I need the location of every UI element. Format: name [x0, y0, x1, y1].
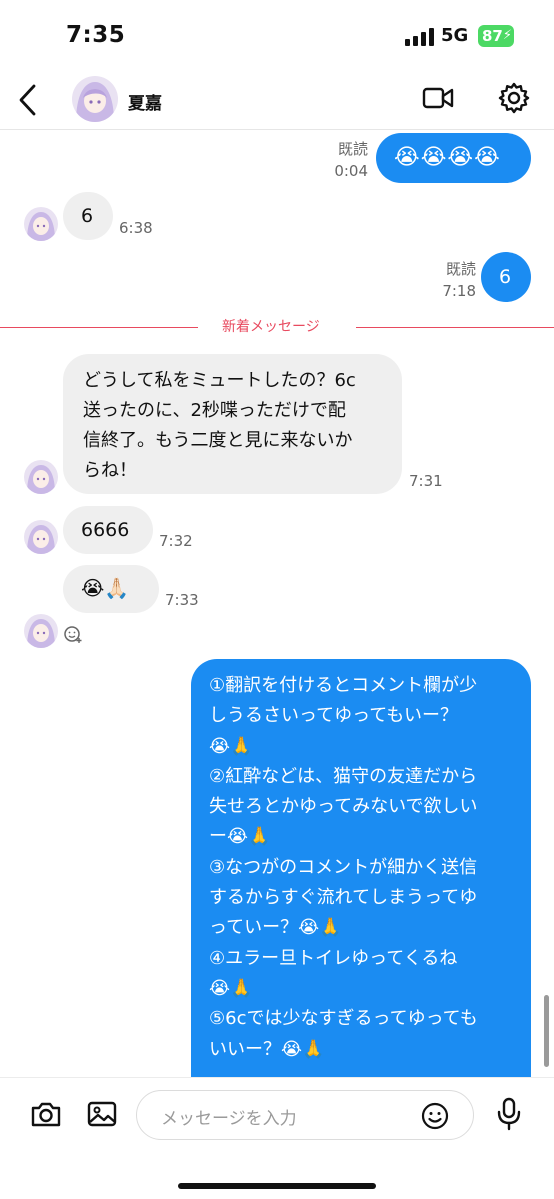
message-input-placeholder: メッセージを入力: [161, 1109, 297, 1129]
message-line: 失せろとかゆってみないで欲しい: [209, 796, 478, 818]
new-messages-divider-line: [356, 327, 554, 328]
message-line: ①翻訳を付けるとコメント欄が少: [209, 675, 478, 696]
charging-bolt-icon: ⚡: [502, 28, 512, 43]
chevron-left-icon: [19, 84, 36, 116]
message-time: 7:33: [165, 591, 199, 609]
message-line: ー😭🙏: [209, 826, 271, 848]
scrollbar[interactable]: [544, 995, 549, 1067]
network-type: 5G: [441, 25, 469, 46]
smiley-icon: [421, 1102, 449, 1130]
new-messages-divider-label: 新着メッセージ: [222, 319, 320, 335]
message-bubble-outgoing[interactable]: ①翻訳を付けるとコメント欄が少 しうるさいってゆってもいー？ 😭🙏 ②紅酔などは…: [191, 659, 531, 1077]
settings-button[interactable]: [497, 81, 531, 115]
voice-message-button[interactable]: [496, 1097, 522, 1131]
message-line: どうして私をミュートしたの？6c: [83, 370, 356, 391]
gallery-button[interactable]: [86, 1099, 118, 1129]
message-line: 😭🙏: [209, 977, 253, 999]
contact-name[interactable]: 夏嘉: [128, 89, 162, 114]
status-time: 7:35: [66, 22, 126, 48]
message-line: 送ったのに、2秒喋っただけで配: [83, 400, 346, 421]
add-reaction-icon[interactable]: [63, 624, 83, 644]
message-time: 0:04: [334, 162, 368, 180]
contact-avatar[interactable]: [72, 76, 118, 122]
contact-avatar-small[interactable]: [24, 460, 58, 494]
message-line: ③なつがのコメントが細かく送信: [209, 856, 478, 878]
camera-button[interactable]: [30, 1099, 62, 1129]
message-line: ②紅酔などは、猫守の友達だから: [209, 765, 478, 787]
message-bubble-incoming[interactable]: 6666: [63, 506, 153, 554]
read-receipt: 既読 7:18: [428, 258, 476, 302]
message-line: しうるさいってゆってもいー？: [209, 705, 458, 727]
message-time: 7:32: [159, 532, 193, 550]
message-bubble-incoming[interactable]: 6: [63, 192, 113, 240]
message-line: いいー？😭🙏: [209, 1038, 325, 1060]
chat-header: 夏嘉: [0, 70, 554, 130]
message-input[interactable]: メッセージを入力: [136, 1090, 474, 1140]
message-line: らね！: [83, 460, 137, 481]
message-line: っていー？😭🙏: [209, 917, 342, 939]
video-call-button[interactable]: [422, 84, 454, 112]
home-indicator[interactable]: [178, 1183, 376, 1189]
message-bubble-outgoing[interactable]: 6: [481, 252, 531, 302]
battery-icon: 87 ⚡: [478, 25, 514, 47]
gear-icon: [498, 82, 530, 114]
message-line: するからすぐ流れてしまうってゆ: [209, 887, 478, 909]
read-receipt: 既読 0:04: [320, 138, 368, 182]
message-composer: メッセージを入力: [0, 1077, 554, 1199]
message-line: 😭🙏: [209, 735, 253, 757]
camera-icon: [31, 1102, 61, 1127]
battery-level: 87: [482, 27, 503, 45]
video-camera-icon: [422, 87, 454, 109]
image-icon: [87, 1101, 117, 1127]
message-bubble-incoming[interactable]: 😭🙏🏻: [63, 565, 159, 613]
message-time: 7:18: [442, 282, 476, 300]
status-bar: 7:35 5G 87 ⚡: [0, 0, 554, 70]
microphone-icon: [497, 1097, 521, 1131]
message-line: 信終了。もう二度と見に来ないか: [83, 430, 353, 451]
message-time: 6:38: [119, 219, 153, 237]
new-messages-divider-line: [0, 327, 198, 328]
contact-avatar-small[interactable]: [24, 614, 58, 648]
contact-avatar-small[interactable]: [24, 520, 58, 554]
emoji-button[interactable]: [420, 1101, 450, 1131]
read-label: 既読: [445, 260, 476, 278]
message-time: 7:31: [409, 472, 443, 490]
message-bubble-outgoing[interactable]: 😭😭😭😭: [376, 133, 531, 183]
message-bubble-incoming[interactable]: どうして私をミュートしたの？6c 送ったのに、2秒喋っただけで配 信終了。もう二…: [63, 354, 402, 494]
message-line: ④ユラー旦トイレゆってくるね: [209, 947, 458, 969]
back-button[interactable]: [14, 82, 44, 118]
signal-strength-icon: [405, 28, 435, 46]
contact-avatar-small[interactable]: [24, 207, 58, 241]
message-line: ⑤6cでは少なすぎるってゆっても: [209, 1008, 478, 1030]
read-label: 既読: [337, 140, 368, 158]
